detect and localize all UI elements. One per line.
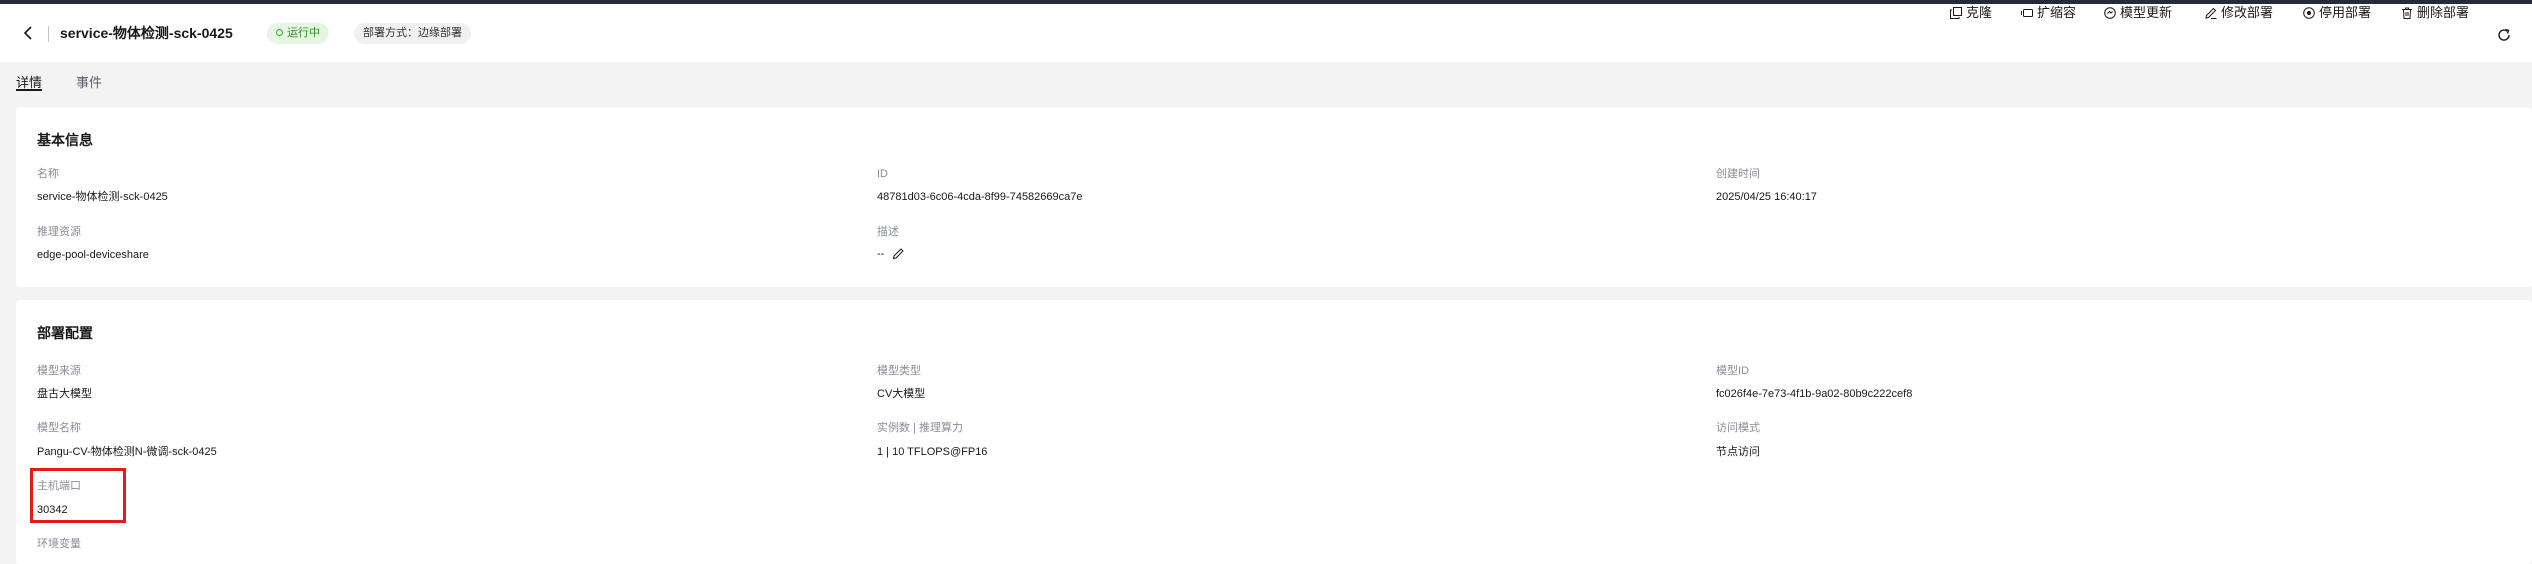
page-header: service-物体检测-sck-0425 运行中 部署方式：边缘部署 克隆 扩… [0,4,2532,62]
access-mode-value: 节点访问 [1716,446,1760,458]
model-source-label: 模型来源 [37,365,81,377]
stop-deploy-label: 停用部署 [2319,5,2372,20]
basic-info-title: 基本信息 [37,132,93,148]
page-title: service-物体检测-sck-0425 [60,25,233,41]
stop-icon [2303,7,2315,19]
clone-icon [1950,7,1962,19]
name-label: 名称 [37,168,59,180]
model-id-value: fc026f4e-7e73-4f1b-9a02-80b9c222cef8 [1716,388,1913,400]
edit-description-icon[interactable] [892,247,905,260]
deploy-mode-badge: 部署方式：边缘部署 [354,23,471,44]
scale-label: 扩缩容 [2037,5,2077,20]
model-type-value: CV大模型 [877,388,926,400]
model-name-label: 模型名称 [37,422,81,434]
instances-compute-value: 1 | 10 TFLOPS@FP16 [877,446,988,458]
model-update-label: 模型更新 [2120,5,2173,20]
deploy-config-title: 部署配置 [37,325,93,341]
status-dot-icon [276,29,283,36]
name-value: service-物体检测-sck-0425 [37,191,168,203]
host-port-highlight-box [30,468,126,523]
header-divider [48,26,49,42]
model-update-icon [2104,7,2116,19]
tab-events[interactable]: 事件 [76,74,102,92]
basic-info-card: 基本信息 名称 service-物体检测-sck-0425 ID 48781d0… [16,107,2532,287]
model-id-label: 模型ID [1716,365,1749,377]
refresh-icon[interactable] [2497,28,2511,42]
description-value: -- [877,248,885,260]
instances-compute-label: 实例数 | 推理算力 [877,422,963,434]
tab-bar: 详情 事件 [0,62,2532,104]
clone-label: 克隆 [1966,5,1993,20]
model-name-value: Pangu-CV-物体检测N-微调-sck-0425 [37,446,217,458]
back-arrow-icon[interactable] [20,24,38,42]
model-type-label: 模型类型 [877,365,921,377]
edit-icon [2205,7,2217,19]
active-tab-indicator [16,89,42,91]
created-time-value: 2025/04/25 16:40:17 [1716,191,1817,203]
access-mode-label: 访问模式 [1716,422,1760,434]
description-label: 描述 [877,226,899,238]
delete-deploy-label: 删除部署 [2417,5,2470,20]
scale-icon [2021,9,2033,17]
status-badge: 运行中 [267,23,329,44]
deploy-config-card: 部署配置 模型来源 盘古大模型 模型类型 CV大模型 模型ID fc026f4e… [16,300,2532,564]
created-time-label: 创建时间 [1716,168,1760,180]
id-label: ID [877,168,888,180]
id-value: 48781d03-6c06-4cda-8f99-74582669ca7e [877,191,1083,203]
inference-resource-label: 推理资源 [37,226,81,238]
model-source-value: 盘古大模型 [37,388,92,400]
status-text: 运行中 [287,27,320,39]
inference-resource-value: edge-pool-deviceshare [37,249,149,261]
trash-icon [2402,7,2412,19]
env-vars-label: 环境变量 [37,538,81,550]
modify-deploy-label: 修改部署 [2221,5,2274,20]
